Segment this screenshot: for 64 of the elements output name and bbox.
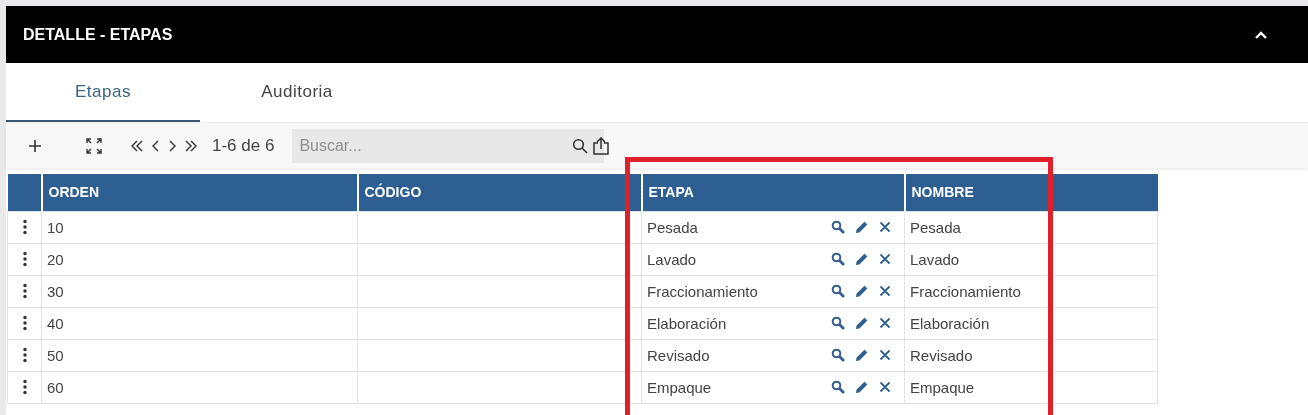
chevron-icon [1254,29,1268,40]
table-cell: Empaque [910,378,975,396]
pencil-icon [855,380,869,394]
close-icon [879,349,891,361]
view-button[interactable] [829,378,847,396]
pencil-icon [855,220,869,234]
table-cell: Empaque [647,378,712,396]
header-cell [7,174,42,211]
double-chevron-right-icon [184,138,198,153]
table-cell: Fraccionamiento [910,282,1021,300]
table-cell: Lavado [910,250,960,268]
chevron-left-icon [152,138,160,153]
table-cell: Revisado [647,346,710,364]
table-cell: Pesada [910,218,961,236]
kebab-icon [22,250,27,267]
close-icon [879,221,891,233]
search-icon [831,380,845,394]
table-cell: 30 [47,282,64,300]
close-icon [879,253,891,265]
plus-icon [28,138,42,153]
close-icon [879,317,891,329]
view-button[interactable] [829,250,847,268]
table-cell: 10 [47,218,64,236]
tab[interactable]: Auditoria [200,63,394,122]
fullscreen-icon [86,137,102,154]
search-icon [831,252,845,266]
pencil-icon [855,252,869,266]
page-info: 1-6 de 6 [212,135,275,156]
double-chevron-left-icon [130,138,144,153]
column-header: ORDEN [41,174,358,211]
pencil-icon [855,316,869,330]
table-cell: Revisado [910,346,973,364]
search-field[interactable]: Buscar... [292,128,605,163]
pencil-icon [855,284,869,298]
column-header: NOMBRE [904,174,1158,211]
table-cell: 50 [47,346,64,364]
close-icon [879,285,891,297]
panel-title: DETALLE - ETAPAS [23,25,173,44]
kebab-icon [22,282,27,299]
search-icon [831,220,845,234]
pencil-icon [855,348,869,362]
column-header: ETAPA [641,174,905,211]
search-icon [831,348,845,362]
table-cell: Elaboración [910,314,990,332]
table-cell: 40 [47,314,64,332]
kebab-icon [22,218,27,235]
search-icon [831,316,845,330]
table-cell: Pesada [647,218,698,236]
view-button[interactable] [829,282,847,300]
kebab-icon [22,346,27,363]
column-header: CÓDIGO [357,174,642,211]
view-button[interactable] [829,346,847,364]
kebab-icon [22,314,27,331]
view-button[interactable] [829,314,847,332]
table-cell: Elaboración [647,314,727,332]
close-icon [879,381,891,393]
table-cell: 20 [47,250,64,268]
table-cell: Fraccionamiento [647,282,758,300]
table-cell: 60 [47,378,64,396]
search-icon [831,284,845,298]
table-cell: Lavado [647,250,697,268]
kebab-icon [22,378,27,395]
view-button[interactable] [829,218,847,236]
chevron-right-icon [168,138,176,153]
